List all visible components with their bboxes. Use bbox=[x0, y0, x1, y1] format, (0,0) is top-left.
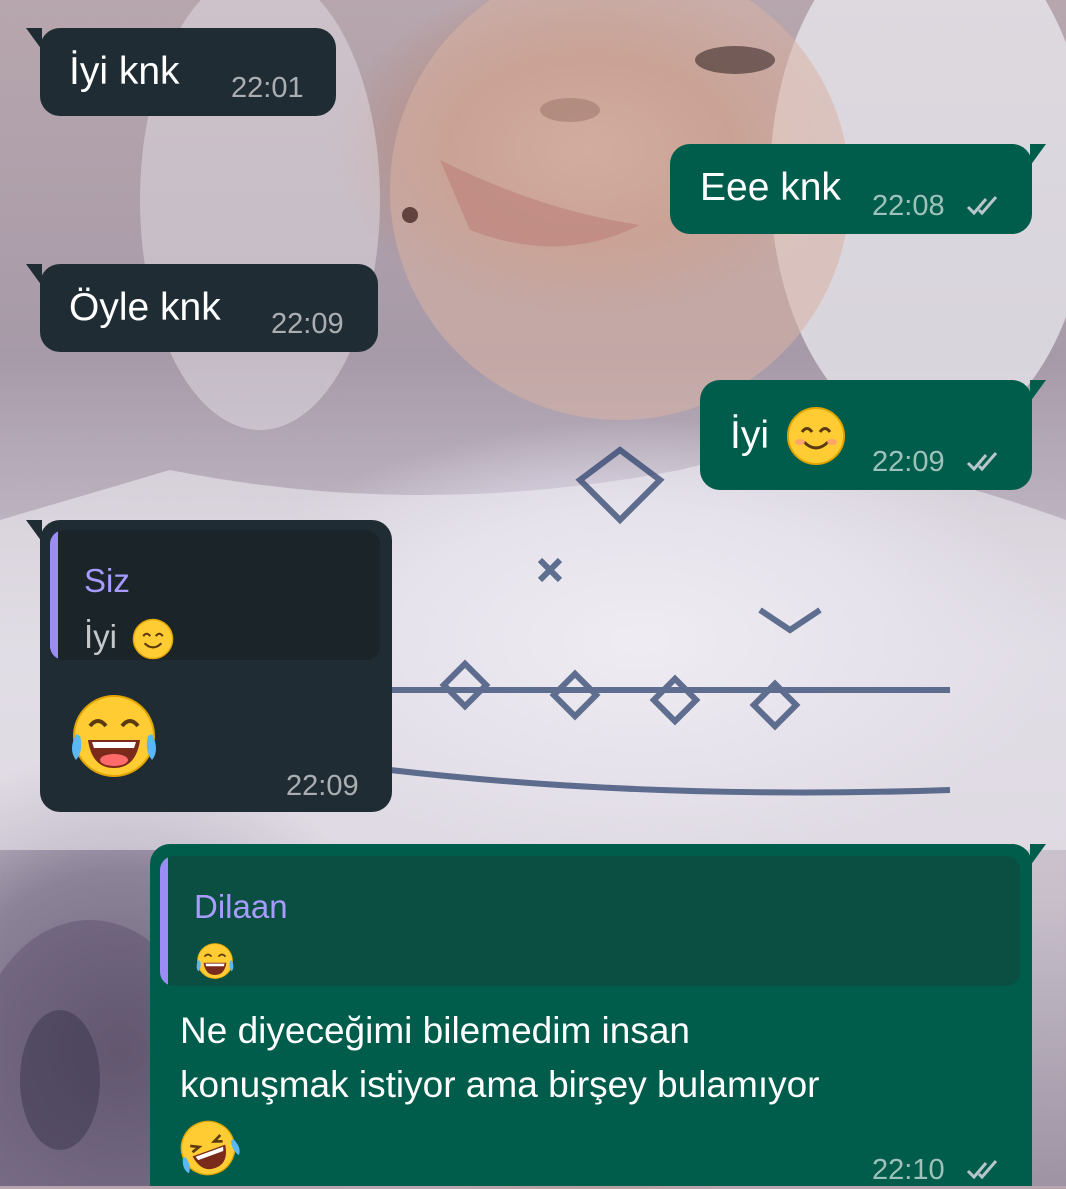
message-text: İyi knk bbox=[69, 50, 180, 93]
message-text: Öyle knk bbox=[69, 286, 221, 329]
message-text-line: konuşmak istiyor ama birşey bulamıyor bbox=[180, 1064, 820, 1105]
quote-text: İyi bbox=[84, 618, 117, 655]
message-outgoing[interactable]: Eee knk 22:08 bbox=[670, 144, 1046, 234]
message-text: İyi bbox=[730, 414, 769, 457]
tears-of-joy-icon bbox=[72, 695, 156, 777]
quote-accent-bar bbox=[160, 856, 168, 986]
message-time: 22:09 bbox=[271, 308, 344, 340]
message-outgoing[interactable]: İyi 22:09 bbox=[700, 380, 1046, 490]
rolling-laughing-icon bbox=[180, 1120, 240, 1176]
message-time: 22:09 bbox=[872, 446, 945, 478]
message-text: Eee knk bbox=[700, 166, 841, 209]
tears-of-joy-icon bbox=[196, 943, 234, 979]
smiling-face-icon bbox=[787, 407, 845, 465]
message-incoming[interactable]: Öyle knk 22:09 bbox=[26, 264, 378, 352]
message-text-line: Ne diyeceğimi bilemedim insan bbox=[180, 1010, 690, 1051]
smiling-face-icon bbox=[132, 618, 174, 660]
double-check-icon bbox=[966, 196, 998, 216]
message-time: 22:10 bbox=[872, 1154, 945, 1186]
quoted-message[interactable]: Siz İyi bbox=[50, 530, 380, 660]
quote-accent-bar bbox=[50, 530, 58, 660]
message-incoming-reply[interactable]: Siz İyi 22:09 bbox=[26, 520, 392, 812]
quote-author: Dilaan bbox=[194, 888, 288, 925]
message-time: 22:01 bbox=[231, 72, 304, 104]
message-outgoing-reply[interactable]: Dilaan Ne diyeceğimi bilemedim insan kon… bbox=[150, 844, 1046, 1186]
double-check-icon bbox=[966, 452, 998, 472]
quoted-message[interactable]: Dilaan bbox=[160, 856, 1020, 986]
double-check-icon bbox=[966, 1160, 998, 1180]
quote-author: Siz bbox=[84, 562, 130, 599]
message-time: 22:09 bbox=[286, 770, 359, 802]
message-incoming[interactable]: İyi knk 22:01 bbox=[26, 28, 336, 116]
message-time: 22:08 bbox=[872, 190, 945, 222]
